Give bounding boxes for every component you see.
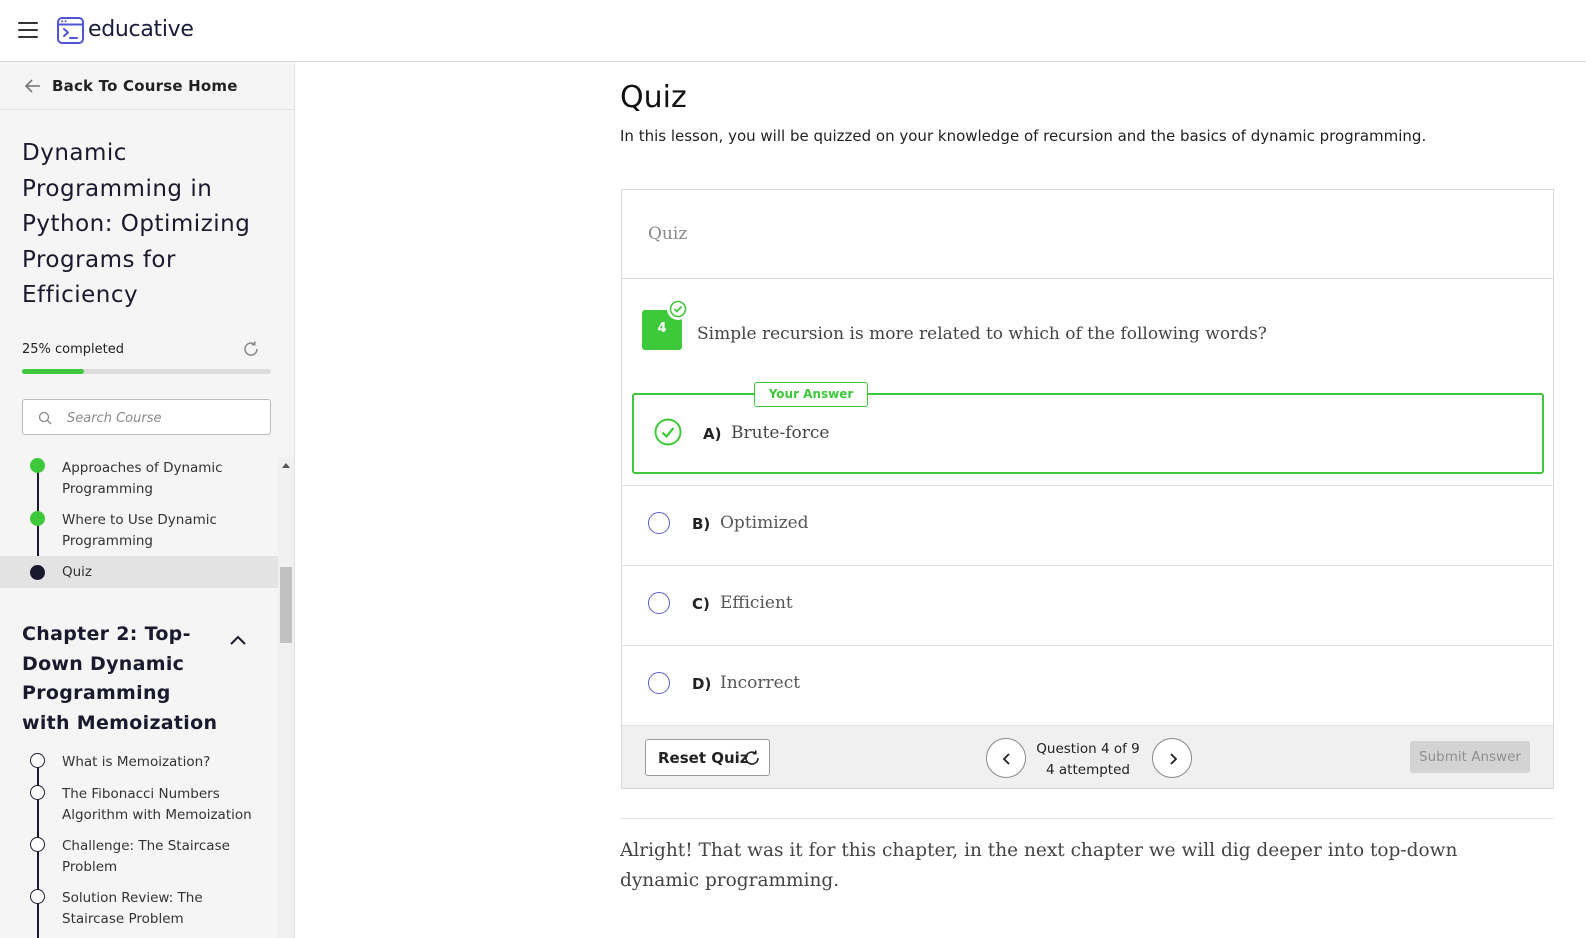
lesson-label: The Fibonacci Numbers Algorithm with Mem… [62,786,252,823]
content-divider [620,818,1554,819]
option-text: Incorrect [720,673,801,693]
course-title: Dynamic Programming in Python: Optimizin… [22,140,251,308]
your-answer-tag: Your Answer [754,382,868,407]
attempted-count: 4 attempted [1046,762,1130,778]
back-link-label: Back To Course Home [52,77,238,95]
next-question-button[interactable] [1152,738,1192,778]
lesson-not-started-dot [30,889,45,904]
previous-question-button[interactable] [986,738,1026,778]
checked-circle-icon [654,418,682,446]
chevron-left-icon [1002,753,1010,765]
submit-answer-button[interactable]: Submit Answer [1410,741,1530,773]
quiz-header: Quiz [622,190,1553,279]
question-position: Question 4 of 9 [1036,741,1140,757]
option-text: Optimized [720,513,809,533]
radio-button[interactable] [648,592,670,614]
refresh-icon [745,750,759,765]
chevron-right-icon [1170,753,1178,765]
chapter-2-title[interactable]: Chapter 2: Top-Down Dynamic Programming … [22,620,222,738]
option-letter: B) [692,515,711,533]
question-text: Simple recursion is more related to whic… [697,324,1267,344]
lesson-label: Solution Review: The Staircase Problem [62,890,203,927]
lesson-current-dot [30,565,45,580]
question-counter: Question 4 of 9 4 attempted [1022,739,1154,781]
back-to-course-home-link[interactable]: Back To Course Home [0,62,294,110]
radio-button[interactable] [648,672,670,694]
lesson-completed-dot [30,511,45,526]
chevron-up-icon[interactable] [229,634,247,646]
lesson-label: Approaches of Dynamic Programming [62,460,223,497]
option-letter: C) [692,595,710,613]
educative-logo-icon[interactable] [57,17,84,44]
lesson-label: What is Memoization? [62,754,211,770]
option-d[interactable]: D) Incorrect [622,645,1553,725]
lesson-label: Where to Use Dynamic Programming [62,512,217,549]
lesson-label: Challenge: The Staircase Problem [62,838,230,875]
quiz-header-title: Quiz [648,224,688,244]
option-c[interactable]: C) Efficient [622,565,1553,645]
lesson-solution-staircase[interactable]: Solution Review: The Staircase Problem [0,888,278,938]
arrow-left-icon [24,79,40,93]
lesson-fibonacci-memoization[interactable]: The Fibonacci Numbers Algorithm with Mem… [0,784,278,836]
lesson-challenge-staircase[interactable]: Challenge: The Staircase Problem [0,836,278,888]
search-icon [38,411,52,425]
quiz-footer: Reset Quiz Question 4 of 9 4 attempted S… [622,725,1553,788]
lesson-not-started-dot [30,753,45,768]
reset-quiz-button[interactable]: Reset Quiz [645,739,770,776]
lesson-quiz-current[interactable]: Quiz [0,556,278,588]
course-progress-fill [22,369,85,374]
search-course-input[interactable] [67,407,262,429]
option-text: Brute-force [731,423,830,443]
quiz-card: Quiz 4 Simple recursion is more related … [621,189,1554,789]
question-number: 4 [657,321,667,336]
sidebar-scrollbar[interactable] [278,457,294,938]
scroll-up-arrow-icon[interactable] [282,463,290,468]
lesson-intro: In this lesson, you will be quizzed on y… [620,127,1427,145]
lesson-approaches-of-dp[interactable]: Approaches of Dynamic Programming [0,457,278,509]
radio-button[interactable] [648,512,670,534]
closing-text: Alright! That was it for this chapter, i… [620,840,1458,891]
refresh-icon[interactable] [242,340,260,358]
lesson-not-started-dot [30,837,45,852]
option-letter: D) [692,675,712,693]
check-circle-icon [667,298,689,320]
course-progress-bar [22,369,271,374]
search-course-box[interactable] [22,399,271,435]
page-title: Quiz [620,80,687,115]
reset-quiz-label: Reset Quiz [658,749,749,767]
lesson-what-is-memoization[interactable]: What is Memoization? [0,752,278,784]
lesson-label: Quiz [62,564,93,580]
brand-name[interactable]: educative [88,17,194,42]
question-number-badge: 4 [642,298,689,350]
hamburger-menu-icon[interactable] [18,22,38,38]
progress-label: 25% completed [22,342,125,357]
option-letter: A) [703,425,722,443]
lesson-completed-dot [30,458,45,473]
option-text: Efficient [720,593,793,613]
top-bar: educative [0,0,1586,62]
lesson-not-started-dot [30,785,45,800]
scrollbar-thumb[interactable] [280,567,292,643]
lesson-where-to-use-dp[interactable]: Where to Use Dynamic Programming [0,509,278,561]
option-b[interactable]: B) Optimized [622,485,1553,565]
course-sidebar: Back To Course Home Dynamic Programming … [0,62,295,938]
